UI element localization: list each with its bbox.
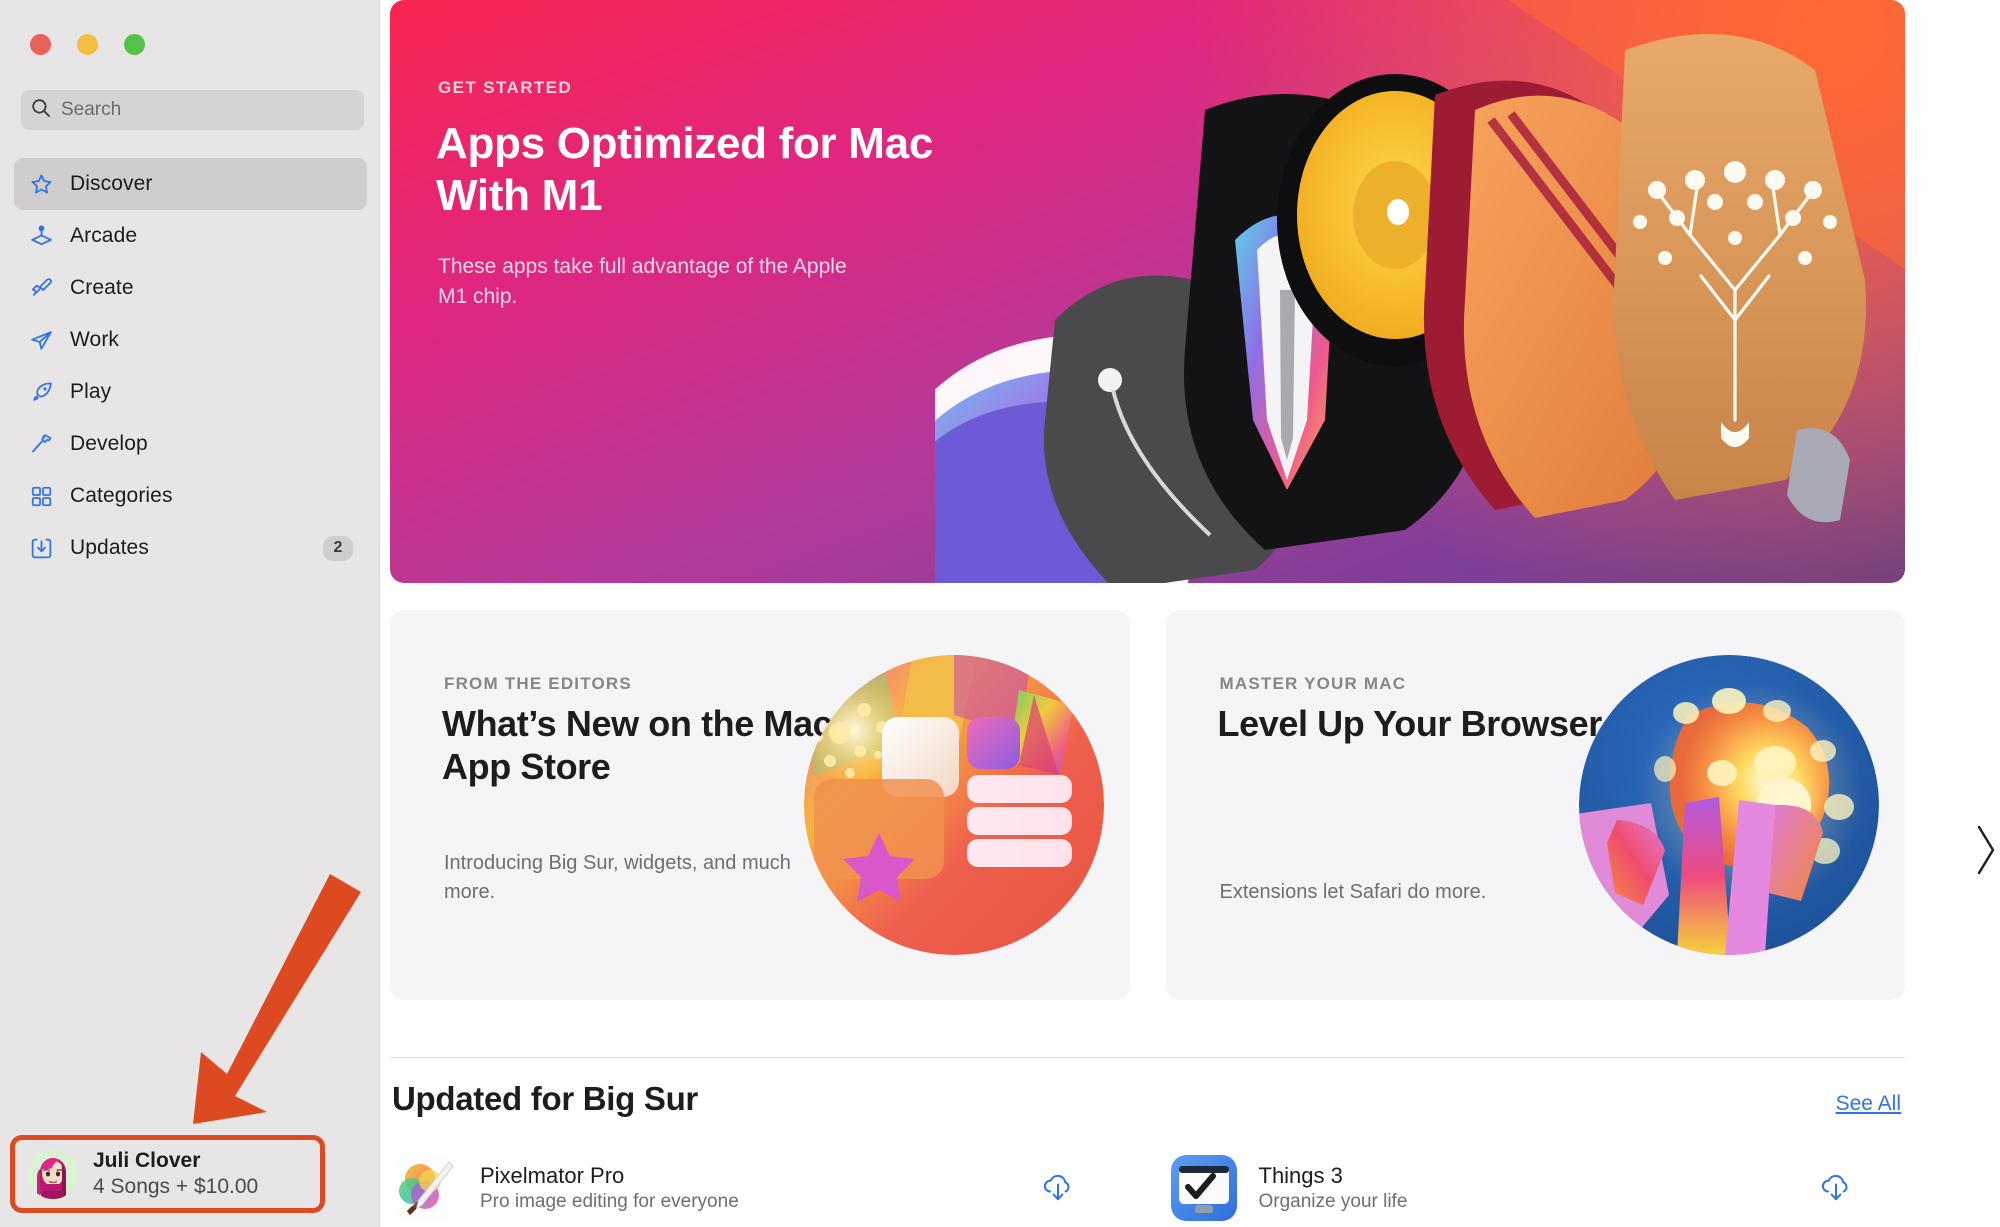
sidebar-item-label: Discover (70, 172, 153, 195)
carousel-next-button[interactable] (1964, 812, 2000, 892)
main-content: GET STARTED Apps Optimized for Mac With … (380, 0, 2000, 1227)
download-icon (28, 535, 54, 561)
feature-card-level-up[interactable]: MASTER YOUR MAC Level Up Your Browser Ex… (1165, 610, 1905, 1000)
sidebar-item-create[interactable]: Create (14, 262, 367, 314)
hero-subtitle: These apps take full advantage of the Ap… (438, 255, 847, 309)
rocket-icon (28, 379, 54, 405)
sidebar-item-arcade[interactable]: Arcade (14, 210, 367, 262)
hero-eyebrow: GET STARTED (438, 78, 573, 97)
things-3-icon (1170, 1155, 1237, 1221)
app-name: Pixelmator Pro (480, 1162, 625, 1188)
app-meta: Pixelmator Pro Pro image editing for eve… (480, 1163, 739, 1213)
card-title: What’s New on the Mac App Store (442, 703, 833, 788)
sidebar-item-discover[interactable]: Discover (14, 158, 367, 210)
annotation-arrow (193, 874, 361, 1124)
card-subtitle: Introducing Big Sur, widgets, and much m… (444, 852, 791, 903)
section-header: Updated for Big Sur See All (392, 1080, 1907, 1118)
zoom-button[interactable] (124, 34, 145, 55)
list-item[interactable]: Things 3 Organize your life (1170, 1155, 1908, 1221)
star-icon (28, 171, 54, 197)
app-name: Things 3 (1258, 1162, 1343, 1188)
sidebar-item-develop[interactable]: Develop (14, 418, 367, 470)
cloud-download-icon[interactable] (1039, 1169, 1077, 1207)
card-eyebrow: MASTER YOUR MAC (1219, 674, 1407, 693)
safari-extensions-circle-artwork (1579, 655, 1879, 955)
sidebar-item-label: Arcade (70, 224, 138, 247)
search-input[interactable] (61, 99, 354, 121)
sidebar-item-categories[interactable]: Categories (14, 470, 367, 522)
pixelmator-pro-icon (392, 1155, 458, 1221)
search-field[interactable] (21, 90, 364, 130)
account-balance: 4 Songs + $10.00 (93, 1175, 259, 1198)
paperplane-icon (28, 327, 54, 353)
section-divider (390, 1057, 1905, 1058)
joystick-icon (28, 223, 54, 249)
sidebar-nav: Discover Arcade Create Work Play Develop… (14, 158, 367, 574)
sidebar-item-label: Updates (70, 536, 149, 559)
account-name: Juli Clover (93, 1148, 201, 1172)
paintbrush-icon (28, 275, 54, 301)
list-item[interactable]: Pixelmator Pro Pro image editing for eve… (392, 1155, 1129, 1221)
grid-icon (28, 483, 54, 509)
search-icon (31, 98, 51, 123)
hero-title: Apps Optimized for Mac With M1 (436, 119, 933, 220)
app-meta: Things 3 Organize your life (1259, 1163, 1408, 1213)
app-description: Organize your life (1258, 1191, 1408, 1213)
chevron-right-icon (1973, 823, 1999, 882)
mac-app-store-window: Discover Arcade (0, 0, 2000, 1227)
close-button[interactable] (30, 34, 51, 55)
see-all-link[interactable]: See All (1836, 1092, 1901, 1116)
sidebar-item-play[interactable]: Play (14, 366, 367, 418)
app-list: Pixelmator Pro Pro image editing for eve… (392, 1155, 1907, 1221)
card-subtitle: Extensions let Safari do more. (1219, 880, 1487, 903)
account-text: Juli Clover 4 Songs + $10.00 (93, 1149, 258, 1199)
sidebar-item-label: Develop (70, 432, 148, 455)
sidebar-item-label: Play (70, 380, 112, 403)
sidebar: Discover Arcade (0, 0, 380, 1227)
sidebar-item-work[interactable]: Work (14, 314, 367, 366)
card-eyebrow: FROM THE EDITORS (444, 674, 632, 693)
page-title: Updated for Big Sur (392, 1080, 698, 1117)
account-row[interactable]: Juli Clover 4 Songs + $10.00 (18, 1143, 317, 1205)
sidebar-item-updates[interactable]: Updates 2 (14, 522, 367, 574)
minimize-button[interactable] (77, 34, 98, 55)
hero-banner[interactable]: GET STARTED Apps Optimized for Mac With … (390, 0, 1905, 583)
card-title: Level Up Your Browser (1217, 703, 1603, 744)
feature-cards: FROM THE EDITORS What’s New on the Mac A… (390, 610, 1905, 1000)
widgets-circle-artwork (803, 655, 1104, 955)
window-controls (30, 34, 145, 55)
sidebar-item-label: Work (70, 328, 120, 351)
updates-badge: 2 (323, 535, 353, 561)
feature-card-whats-new[interactable]: FROM THE EDITORS What’s New on the Mac A… (390, 610, 1130, 1000)
sidebar-item-label: Categories (70, 484, 173, 507)
hammer-icon (28, 431, 54, 457)
app-description: Pro image editing for everyone (480, 1191, 739, 1213)
cloud-download-icon[interactable] (1817, 1169, 1855, 1207)
hero-artwork (935, 0, 1905, 583)
avatar (28, 1149, 78, 1199)
sidebar-item-label: Create (70, 276, 134, 299)
